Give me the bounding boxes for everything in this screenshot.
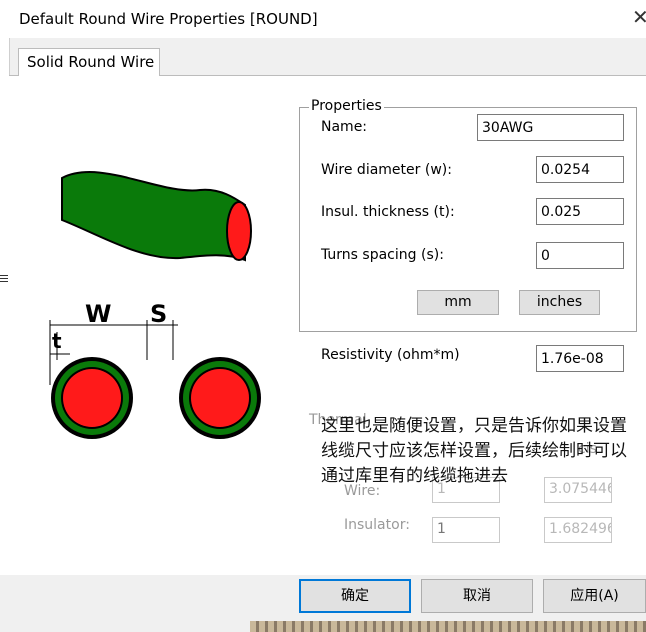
wire-diagram: W S t	[49, 171, 261, 439]
wire-3d-icon	[61, 171, 252, 262]
cross-section-right-icon	[179, 357, 261, 439]
resistivity-field[interactable]	[536, 345, 624, 372]
ghost-insulator-field-1: 1	[432, 517, 500, 543]
turns-spacing-field[interactable]	[536, 242, 624, 269]
insul-thickness-label: Insul. thickness (t):	[321, 204, 455, 220]
close-icon[interactable]: ✕	[632, 5, 646, 29]
properties-group-label: Properties	[309, 98, 384, 114]
annotation-note: 这里也是随便设置，只是告诉你如果设置线缆尺寸应该怎样设置，后续绘制时可以通过库里…	[321, 416, 627, 486]
cancel-button[interactable]: 取消	[421, 579, 533, 613]
title-bar: Default Round Wire Properties [ROUND] ✕	[0, 0, 646, 38]
name-label: Name:	[321, 119, 368, 135]
window-title: Default Round Wire Properties [ROUND]	[19, 10, 318, 28]
insul-thickness-field[interactable]	[536, 198, 624, 225]
ghost-insulator-label: Insulator:	[344, 517, 410, 533]
dim-w-label: W	[85, 300, 111, 328]
dim-t-label: t	[52, 329, 62, 353]
ghost-insulator-field-2: 1.682496	[544, 517, 612, 543]
ok-button[interactable]: 确定	[299, 579, 411, 613]
name-field[interactable]	[477, 114, 624, 141]
apply-button[interactable]: 应用(A)	[543, 579, 646, 613]
wire-diameter-label: Wire diameter (w):	[321, 162, 452, 178]
cross-section-left-icon	[51, 357, 133, 439]
tab-solid-round-wire[interactable]: Solid Round Wire	[18, 48, 160, 76]
unit-inches-button[interactable]: inches	[519, 290, 600, 315]
wire-diameter-field[interactable]	[536, 156, 624, 183]
resize-grip-icon	[0, 275, 8, 283]
resistivity-label: Resistivity (ohm*m)	[321, 347, 460, 363]
background-desktop-strip	[250, 621, 646, 632]
unit-mm-button[interactable]: mm	[417, 290, 499, 315]
dim-s-label: S	[150, 300, 167, 328]
turns-spacing-label: Turns spacing (s):	[321, 247, 444, 263]
